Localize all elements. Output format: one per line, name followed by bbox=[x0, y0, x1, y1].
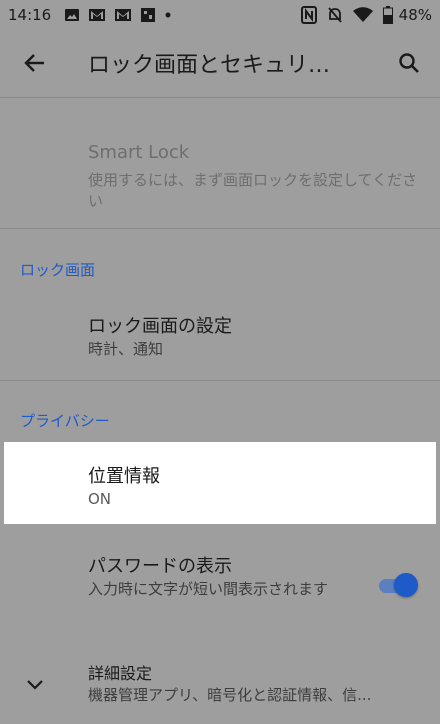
smart-lock-subtitle: 使用するには、まず画面ロックを設定してください bbox=[88, 171, 418, 210]
gmail-icon bbox=[89, 9, 105, 21]
section-header-privacy: プライバシー bbox=[20, 412, 110, 430]
lock-screen-settings-item[interactable]: ロック画面の設定 時計、通知 bbox=[0, 300, 440, 370]
location-item[interactable]: 位置情報 ON bbox=[4, 442, 436, 524]
divider bbox=[0, 228, 440, 229]
location-title: 位置情報 bbox=[88, 466, 160, 487]
divider bbox=[0, 97, 440, 98]
show-passwords-item[interactable]: パスワードの表示 入力時に文字が短い間表示されます bbox=[0, 542, 440, 622]
section-header-lock-screen: ロック画面 bbox=[20, 261, 96, 279]
image-icon bbox=[65, 9, 79, 21]
page-title: ロック画面とセキュリ… bbox=[88, 53, 331, 78]
lock-screen-settings-subtitle: 時計、通知 bbox=[88, 340, 164, 358]
bell-off-icon bbox=[327, 7, 342, 23]
search-button[interactable] bbox=[394, 48, 424, 78]
status-bar: 14:16 48% bbox=[0, 0, 440, 30]
show-passwords-toggle[interactable] bbox=[377, 573, 418, 597]
notification-icons bbox=[64, 7, 172, 23]
app-bar: ロック画面とセキュリ… bbox=[0, 30, 440, 96]
gmail-icon bbox=[115, 9, 131, 21]
chevron-down-icon bbox=[27, 680, 43, 690]
dot-icon bbox=[165, 12, 171, 18]
show-passwords-title: パスワードの表示 bbox=[88, 556, 232, 577]
search-icon bbox=[399, 53, 419, 73]
location-subtitle: ON bbox=[88, 490, 112, 508]
back-button[interactable] bbox=[20, 48, 50, 78]
app-icon bbox=[141, 8, 155, 22]
divider bbox=[0, 380, 440, 381]
battery-percent: 48% bbox=[398, 6, 432, 24]
advanced-subtitle: 機器管理アプリ、暗号化と認証情報、信... bbox=[88, 686, 372, 704]
advanced-title: 詳細設定 bbox=[88, 664, 153, 683]
system-icons: 48% bbox=[300, 6, 432, 24]
nfc-icon bbox=[300, 6, 317, 24]
smart-lock-item[interactable]: Smart Lock 使用するには、まず画面ロックを設定してください bbox=[0, 130, 440, 220]
show-passwords-subtitle: 入力時に文字が短い間表示されます bbox=[88, 580, 329, 598]
toggle-thumb bbox=[394, 573, 418, 597]
lock-screen-settings-title: ロック画面の設定 bbox=[88, 316, 232, 337]
expand-button[interactable] bbox=[22, 672, 48, 698]
status-time: 14:16 bbox=[8, 6, 52, 24]
wifi-icon bbox=[352, 7, 373, 22]
smart-lock-title: Smart Lock bbox=[88, 142, 190, 163]
battery-icon bbox=[382, 6, 393, 24]
advanced-item[interactable]: 詳細設定 機器管理アプリ、暗号化と認証情報、信... bbox=[0, 650, 440, 724]
arrow-back-icon bbox=[24, 54, 44, 72]
